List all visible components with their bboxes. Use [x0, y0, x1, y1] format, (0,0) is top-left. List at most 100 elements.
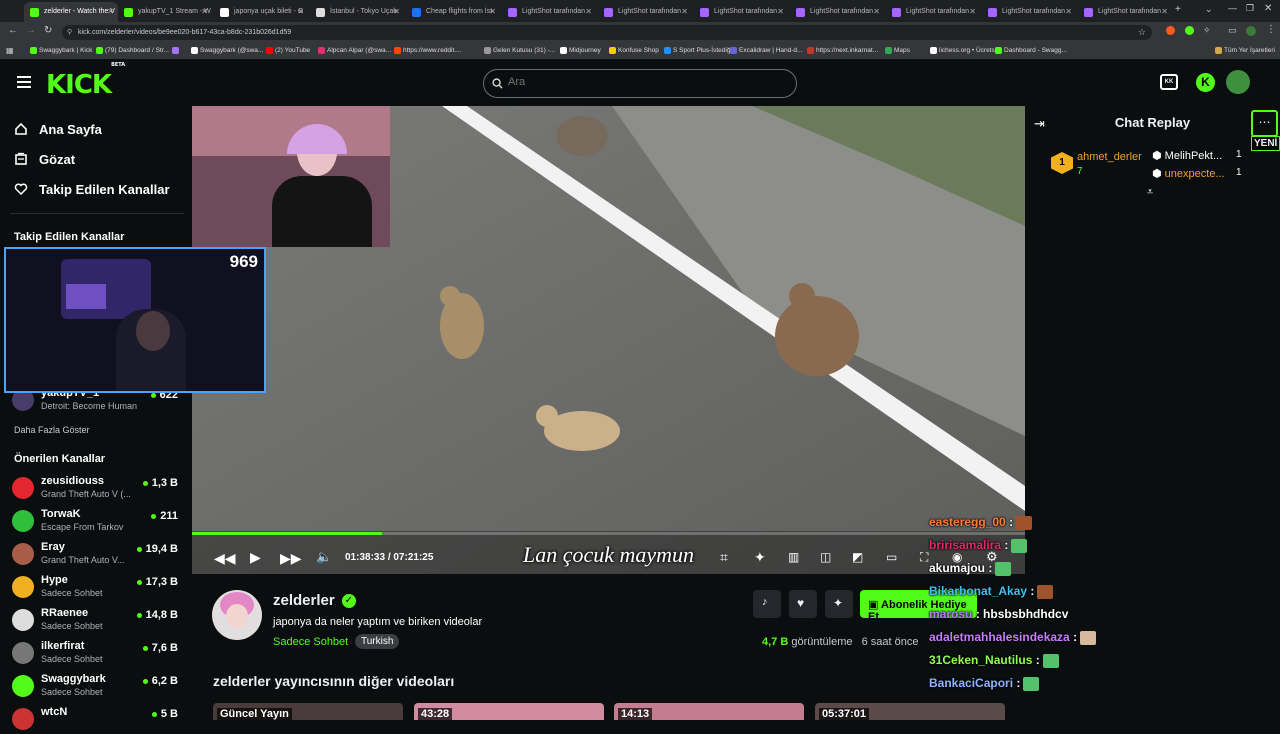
new-tab-button[interactable]: + — [1175, 4, 1181, 15]
recommended-channel[interactable]: wtcN 5 B — [12, 704, 184, 734]
maximize-button[interactable]: ❐ — [1246, 3, 1254, 14]
nav-browse[interactable]: Gözat — [14, 152, 75, 167]
browser-tab[interactable]: japonya uçak bileti - G ✕ — [214, 2, 308, 22]
browser-tab[interactable]: LightShot tarafından ✕ — [1078, 2, 1172, 22]
bookmark-item[interactable]: S Sport Plus-İstediği... — [664, 47, 737, 54]
browser-tab[interactable]: Cheap flights from İst ✕ — [406, 2, 500, 22]
bookmark-item[interactable]: Swaggybark | Kick — [30, 47, 92, 54]
pip-icon[interactable]: ◫ — [820, 550, 831, 564]
tab-close-icon[interactable]: ✕ — [393, 7, 400, 16]
profile-avatar[interactable] — [1246, 26, 1256, 36]
url-field[interactable]: ⚲ kick.com/zelderler/videos/be9ee020-b61… — [62, 25, 1152, 40]
volume-icon[interactable]: 🔈 — [316, 549, 332, 565]
tab-close-icon[interactable]: ✕ — [969, 7, 976, 16]
chat-username[interactable]: 31Ceken_Nautilus — [929, 653, 1032, 667]
kick-coin-icon[interactable]: K — [1196, 73, 1215, 92]
bookmark-item[interactable]: Konfuse Shop — [609, 47, 659, 54]
tab-close-icon[interactable]: ✕ — [681, 7, 688, 16]
all-bookmarks-folder[interactable]: Tüm Yer İşaretleri — [1215, 47, 1275, 54]
bookmark-item[interactable]: lichess.org • Ücretsi... — [930, 47, 1002, 54]
chat-username[interactable]: akumajou — [929, 561, 985, 575]
video-thumbnail[interactable]: 05:37:01 — [815, 703, 1005, 720]
expand-leaderboard-icon[interactable]: ⩡ — [1147, 186, 1153, 199]
kick-logo[interactable]: KICKBETA — [46, 62, 125, 100]
chat-username[interactable]: bririsamalira — [929, 538, 1001, 552]
browser-tab[interactable]: LightShot tarafından ✕ — [502, 2, 596, 22]
kick-studio-icon[interactable]: KK — [1160, 74, 1178, 90]
stats-icon[interactable]: ▥ — [788, 550, 799, 564]
nav-home[interactable]: Ana Sayfa — [14, 122, 102, 137]
browser-tab[interactable]: LightShot tarafından ✕ — [790, 2, 884, 22]
browser-menu-icon[interactable]: ⋮ — [1266, 24, 1276, 35]
notification-bell-button[interactable]: ♪ — [753, 590, 781, 618]
tab-close-icon[interactable]: ✕ — [297, 7, 304, 16]
chat-username[interactable]: Bikarbonat_Akay — [929, 584, 1027, 598]
bookmark-item[interactable]: (2) YouTube — [266, 47, 310, 54]
sidepanel-icon[interactable]: ▭ — [1228, 25, 1237, 36]
tab-search-icon[interactable]: ⌄ — [1205, 4, 1213, 15]
follow-heart-button[interactable]: ♥ — [789, 590, 817, 618]
forward-icon[interactable]: → — [26, 25, 36, 36]
search-box[interactable] — [483, 69, 797, 98]
bookmark-item[interactable]: Maps — [885, 47, 910, 54]
chat-username[interactable]: marosu — [929, 607, 972, 621]
bookmark-item[interactable]: https://www.reddit.... — [394, 47, 462, 54]
browser-tab[interactable]: zelderler - Watch the V ✕ — [24, 2, 118, 22]
extension-icon[interactable] — [1185, 26, 1194, 35]
recommended-channel[interactable]: zeusidiouss Grand Theft Auto V (... 1,3 B — [12, 473, 184, 503]
recommended-channel[interactable]: ilkerfirat Sadece Sohbet 7,6 B — [12, 638, 184, 668]
bookmark-item[interactable]: Dashboard - Swagg... — [995, 47, 1067, 54]
recommended-channel[interactable]: Hype Sadece Sohbet 17,3 B — [12, 572, 184, 602]
theater-icon[interactable]: ▭ — [886, 550, 897, 564]
apps-grid-icon[interactable]: ▦ — [6, 46, 14, 55]
site-info-icon[interactable]: ⚲ — [67, 28, 72, 36]
rewind-button[interactable]: ◀◀ — [214, 550, 236, 567]
sparkle-button[interactable]: ✦ — [825, 590, 853, 618]
category-link[interactable]: Sadece Sohbet — [273, 636, 348, 648]
chat-username[interactable]: adaletmahhalesindekaza — [929, 630, 1070, 644]
video-thumbnail[interactable]: 43:28 — [414, 703, 604, 720]
channel-avatar[interactable] — [212, 590, 262, 640]
chat-username[interactable]: BankaciCapori — [929, 676, 1013, 690]
hamburger-menu-icon[interactable] — [17, 76, 31, 88]
clip-icon[interactable]: ⌗ — [720, 549, 728, 566]
browser-tab[interactable]: LightShot tarafından ✕ — [694, 2, 788, 22]
sparkle-icon[interactable]: ✦ — [754, 549, 766, 566]
browser-tab[interactable]: LightShot tarafından ✕ — [886, 2, 980, 22]
extensions-puzzle-icon[interactable]: ✧ — [1203, 25, 1211, 36]
pip-stream-overlay[interactable]: 969 — [4, 247, 266, 393]
forward-button[interactable]: ▶▶ — [280, 550, 302, 567]
bookmark-star-icon[interactable]: ☆ — [1138, 27, 1146, 38]
recommended-channel[interactable]: TorwaK Escape From Tarkov 211 — [12, 506, 184, 536]
video-thumbnail[interactable]: Güncel Yayın — [213, 703, 403, 720]
user-avatar[interactable] — [1226, 70, 1250, 94]
tab-close-icon[interactable]: ✕ — [873, 7, 880, 16]
chat-options-button[interactable]: ⋯ — [1251, 110, 1278, 137]
browser-tab[interactable]: İstanbul - Tokyo Uçak ✕ — [310, 2, 404, 22]
bookmark-item[interactable]: Excalidraw | Hand-d... — [730, 47, 802, 54]
show-more-link[interactable]: Daha Fazla Göster — [14, 425, 90, 435]
leaderboard-name[interactable]: ahmet_derler — [1077, 151, 1142, 163]
tab-close-icon[interactable]: ✕ — [1161, 7, 1168, 16]
search-input[interactable] — [508, 76, 788, 88]
recommended-channel[interactable]: Eray Grand Theft Auto V... 19,4 B — [12, 539, 184, 569]
recommended-channel[interactable]: RRaenee Sadece Sohbet 14,8 B — [12, 605, 184, 635]
chat-username[interactable]: easteregg_00 — [929, 515, 1006, 529]
browser-tab[interactable]: LightShot tarafından ✕ — [982, 2, 1076, 22]
channel-name[interactable]: zelderler ✓ — [273, 592, 356, 609]
close-window-button[interactable]: ✕ — [1264, 3, 1272, 14]
bookmark-item[interactable]: Gelen Kutusu (31) -... — [484, 47, 555, 54]
fullscreen-icon[interactable]: ⛶ — [920, 550, 928, 565]
tab-close-icon[interactable]: ✕ — [585, 7, 592, 16]
bookmark-item[interactable]: Midjourney — [560, 47, 601, 54]
reload-icon[interactable]: ↻ — [44, 25, 52, 36]
language-tag[interactable]: Turkish — [355, 634, 400, 649]
minimize-button[interactable]: — — [1228, 3, 1237, 13]
leaderboard-entry[interactable]: ⬢ MelihPekt... — [1152, 149, 1222, 162]
browser-tab[interactable]: yakupTV_1 Stream - W ✕ — [118, 2, 212, 22]
bookmark-item[interactable]: Alpcan Alpar (@swa... — [318, 47, 391, 54]
tab-close-icon[interactable]: ✕ — [107, 7, 114, 16]
browser-tab[interactable]: LightShot tarafından ✕ — [598, 2, 692, 22]
back-icon[interactable]: ← — [8, 25, 18, 36]
bookmark-item[interactable]: Swaggybark (@swa... — [191, 47, 263, 54]
